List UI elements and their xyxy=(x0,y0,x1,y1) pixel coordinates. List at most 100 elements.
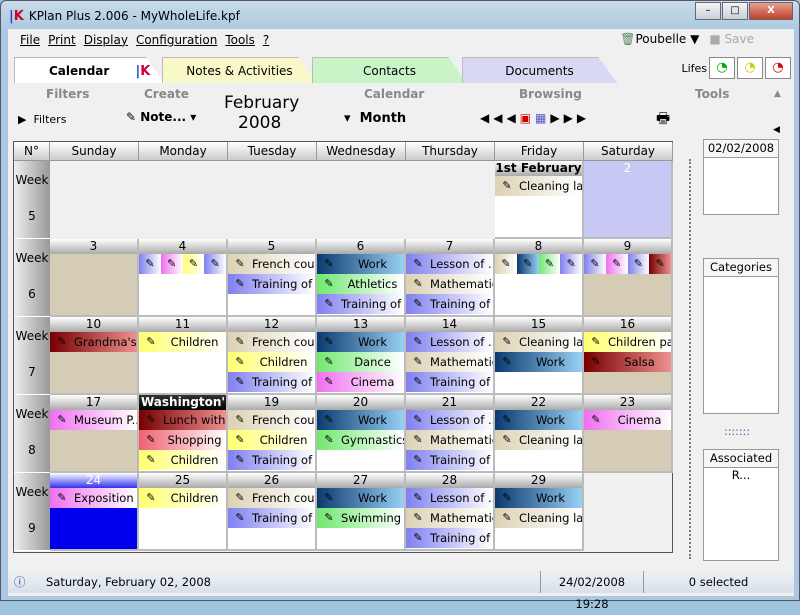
minimize-button[interactable]: – xyxy=(695,2,721,20)
help-icon[interactable]: ⓘ xyxy=(14,571,26,593)
event-item[interactable]: ✎ Lesson of ... xyxy=(406,332,493,352)
event-item[interactable]: ✎ xyxy=(605,254,628,274)
event-item[interactable]: ✎ Cleaning lady xyxy=(495,176,582,196)
week-number[interactable]: Week 5 xyxy=(14,161,50,239)
event-item[interactable]: ✎ Cinema xyxy=(317,372,404,392)
view-dropdown[interactable]: ▾ Month xyxy=(344,111,406,126)
day-cell[interactable]: 27 ✎ Work ✎ Swimming ... xyxy=(317,473,406,551)
categories-panel[interactable]: Categories xyxy=(703,258,779,414)
event-item[interactable]: ✎ Children xyxy=(228,352,315,372)
last-button[interactable]: ▶▶ xyxy=(564,111,590,125)
week-number[interactable]: Week 6 xyxy=(14,239,50,317)
day-cell[interactable]: 16 ✎ Children pa... ✎ Salsa xyxy=(584,317,673,395)
create-note-dropdown[interactable]: ✎ Note... ▾ xyxy=(126,110,196,124)
day-cell[interactable]: 19 ✎ French cou... ✎ Children ✎ Training of ..… xyxy=(228,395,317,473)
event-item[interactable]: ✎ Swimming ... xyxy=(317,508,404,528)
event-item[interactable]: ✎ Grandma's ... xyxy=(50,332,137,352)
event-item[interactable]: ✎ Lesson of ... xyxy=(406,254,493,274)
event-item[interactable]: ✎ Lunch with... xyxy=(139,410,226,430)
day-cell[interactable]: 8 ✎ ✎ ✎ ✎ xyxy=(495,239,584,317)
event-item[interactable]: ✎ Children xyxy=(139,450,226,470)
event-item[interactable]: ✎ Work xyxy=(495,352,582,372)
day-cell[interactable]: 24 ✎ Exposition r... xyxy=(50,473,139,551)
day-cell[interactable]: 6 ✎ Work ✎ Athletics ✎ Training of ... xyxy=(317,239,406,317)
event-item[interactable]: ✎ xyxy=(516,254,539,274)
day-cell[interactable]: 9 ✎ ✎ ✎ ✎ xyxy=(584,239,673,317)
panel-splitter[interactable]: ::::::: xyxy=(724,425,750,438)
associated-panel[interactable]: Associated R... xyxy=(703,449,779,561)
first-button[interactable]: ◀◀ xyxy=(480,111,506,125)
event-item[interactable]: ✎ Gymnastics xyxy=(317,430,404,450)
event-item[interactable]: ✎ xyxy=(560,254,582,274)
event-item[interactable]: ✎ Cleaning lady xyxy=(495,332,582,352)
menu-configuration[interactable]: Configuration xyxy=(136,33,217,47)
event-item[interactable]: ✎ Training of ... xyxy=(228,372,315,392)
event-item[interactable]: ✎ Salsa xyxy=(584,352,671,372)
day-cell[interactable]: 25 ✎ Children xyxy=(139,473,228,551)
event-item[interactable]: ✎ xyxy=(204,254,226,274)
event-item[interactable]: ✎ Training of ... xyxy=(406,450,493,470)
day-cell[interactable]: 21 ✎ Lesson of ... ✎ Mathematics ✎ Training of… xyxy=(406,395,495,473)
event-item[interactable]: ✎ Work xyxy=(495,410,582,430)
week-number[interactable]: Week 8 xyxy=(14,395,50,473)
event-item[interactable]: ✎ Athletics xyxy=(317,274,404,294)
event-item[interactable]: ✎ Lesson of ... xyxy=(406,410,493,430)
event-item[interactable]: ✎ Training of ... xyxy=(228,274,315,294)
week-number[interactable]: Week 9 xyxy=(14,473,50,551)
event-item[interactable]: ✎ Children pa... xyxy=(584,332,671,352)
life-yellow-button[interactable]: ◔ xyxy=(737,57,763,79)
event-item[interactable]: ✎ Dance xyxy=(317,352,404,372)
event-item[interactable]: ✎ French cou... xyxy=(228,488,315,508)
day-cell[interactable]: 15 ✎ Cleaning lady ✎ Work xyxy=(495,317,584,395)
close-button[interactable]: X xyxy=(749,2,793,20)
day-cell[interactable]: 14 ✎ Lesson of ... ✎ Mathematics ✎ Training of… xyxy=(406,317,495,395)
chevron-down-icon[interactable]: ▼ xyxy=(690,32,699,46)
day-cell[interactable]: 10 ✎ Grandma's ... xyxy=(50,317,139,395)
day-cell[interactable]: 28 ✎ Lesson of ... ✎ Mathematics ✎ Training of… xyxy=(406,473,495,551)
event-item[interactable]: ✎ Training of ... xyxy=(406,528,493,548)
life-red-button[interactable]: ◔ xyxy=(765,57,791,79)
event-item[interactable]: ✎ xyxy=(538,254,561,274)
trash-button[interactable]: 🗑Poubelle ▼ xyxy=(620,32,699,46)
event-item[interactable]: ✎ Shopping xyxy=(139,430,226,450)
print-icon[interactable]: 🖶 xyxy=(656,108,670,133)
tab-calendar[interactable]: Calendar |K xyxy=(14,57,164,83)
save-button[interactable]: ■ Save xyxy=(709,32,754,46)
menu-help[interactable]: ? xyxy=(263,33,269,47)
day-cell[interactable]: 13 ✎ Work ✎ Dance ✎ Cinema xyxy=(317,317,406,395)
collapse-left-icon[interactable]: ◀ xyxy=(773,125,780,135)
day-cell[interactable]: 20 ✎ Work ✎ Gymnastics xyxy=(317,395,406,473)
event-item[interactable]: ✎ Lesson of ... xyxy=(406,488,493,508)
event-item[interactable]: ✎ Mathematics xyxy=(406,430,493,450)
day-cell[interactable]: 2 xyxy=(584,161,673,239)
event-item[interactable]: ✎ Cinema xyxy=(584,410,671,430)
event-item[interactable]: ✎ Exposition r... xyxy=(50,488,137,508)
splitter[interactable] xyxy=(689,159,691,559)
menu-print[interactable]: Print xyxy=(48,33,76,47)
event-item[interactable]: ✎ Work xyxy=(317,332,404,352)
event-item[interactable]: ✎ Cleaning lady xyxy=(495,508,582,528)
event-item[interactable]: ✎ xyxy=(139,254,161,274)
tab-contacts[interactable]: Contacts xyxy=(312,57,467,83)
event-item[interactable]: ✎ Museum P... xyxy=(50,410,137,430)
event-item[interactable]: ✎ Training of ... xyxy=(228,450,315,470)
event-item[interactable]: ✎ xyxy=(649,254,671,274)
event-item[interactable]: ✎ xyxy=(182,254,205,274)
day-cell[interactable]: 1st February ✎ Cleaning lady xyxy=(495,161,584,239)
menu-tools[interactable]: Tools xyxy=(225,33,255,47)
event-item[interactable]: ✎ Cleaning lady xyxy=(495,430,582,450)
day-cell[interactable]: 12 ✎ French cou... ✎ Children ✎ Training of ..… xyxy=(228,317,317,395)
event-item[interactable]: ✎ xyxy=(495,254,517,274)
tab-documents[interactable]: Documents xyxy=(462,57,617,83)
event-item[interactable]: ✎ Mathematics xyxy=(406,508,493,528)
event-item[interactable]: ✎ Work xyxy=(495,488,582,508)
event-item[interactable]: ✎ Work xyxy=(317,410,404,430)
event-item[interactable]: ✎ Children xyxy=(139,488,226,508)
day-cell[interactable]: 7 ✎ Lesson of ... ✎ Mathematics ✎ Training of … xyxy=(406,239,495,317)
event-item[interactable]: ✎ xyxy=(627,254,650,274)
day-cell[interactable]: 17 ✎ Museum P... xyxy=(50,395,139,473)
event-item[interactable]: ✎ French cou... xyxy=(228,410,315,430)
event-item[interactable]: ✎ Children xyxy=(139,332,226,352)
event-item[interactable]: ✎ Training of ... xyxy=(228,508,315,528)
menu-display[interactable]: Display xyxy=(84,33,128,47)
